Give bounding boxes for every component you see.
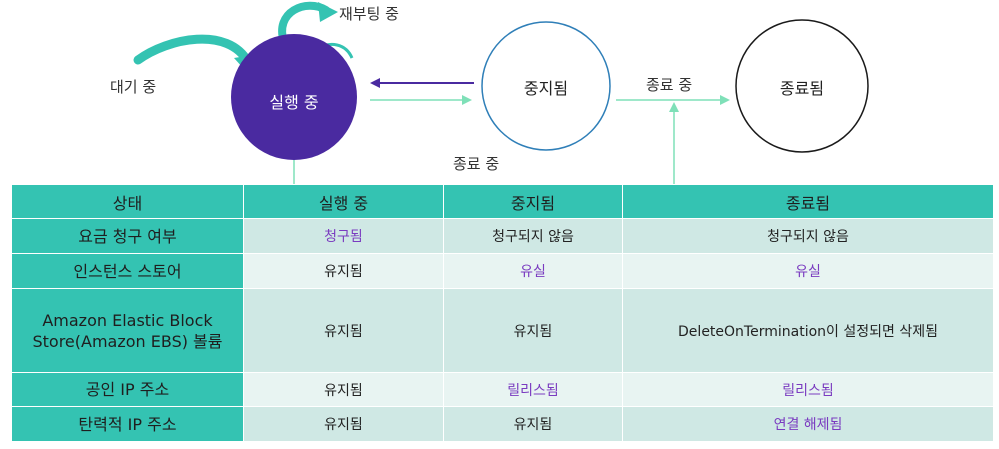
cell: 유실 — [622, 253, 994, 289]
cell: 유지됨 — [443, 288, 623, 373]
pending-label: 대기 중 — [110, 78, 157, 96]
cell: 청구되지 않음 — [622, 218, 994, 254]
header-terminated: 종료됨 — [622, 184, 994, 219]
rebooting-arrow-head — [318, 2, 338, 22]
row-label-billing: 요금 청구 여부 — [11, 218, 244, 254]
terminating-label-lower: 종료 중 — [453, 155, 500, 173]
table-row: 탄력적 IP 주소 유지됨 유지됨 연결 해제됨 — [11, 406, 994, 442]
table-row: 인스턴스 스토어 유지됨 유실 유실 — [11, 253, 994, 289]
cell: 유지됨 — [243, 288, 444, 373]
cell: 릴리스됨 — [622, 372, 994, 407]
cell: 유지됨 — [243, 253, 444, 289]
row-label-ebs-line-1: Amazon Elastic Block — [42, 310, 213, 330]
table-row: 공인 IP 주소 유지됨 릴리스됨 릴리스됨 — [11, 372, 994, 407]
instance-state-table: 상태 실행 중 중지됨 종료됨 요금 청구 여부 청구됨 청구되지 않음 청구되… — [11, 184, 994, 442]
row-label-instance-store: 인스턴스 스토어 — [11, 253, 244, 289]
terminated-state-label: 종료됨 — [779, 79, 825, 98]
table-row: Amazon Elastic Block Store(Amazon EBS) 볼… — [11, 288, 994, 373]
terminating-label-upper: 종료 중 — [646, 76, 693, 94]
cell: 청구됨 — [243, 218, 444, 254]
running-state-label: 실행 중 — [269, 93, 319, 112]
header-state: 상태 — [11, 184, 244, 219]
pending-curved-arrow — [133, 34, 253, 67]
cell: 릴리스됨 — [443, 372, 623, 407]
header-running: 실행 중 — [243, 184, 444, 219]
cell: 유지됨 — [243, 372, 444, 407]
header-stopped: 중지됨 — [443, 184, 623, 219]
cell: 연결 해제됨 — [622, 406, 994, 442]
table-row: 요금 청구 여부 청구됨 청구되지 않음 청구되지 않음 — [11, 218, 994, 254]
cell: 유실 — [443, 253, 623, 289]
cell: 청구되지 않음 — [443, 218, 623, 254]
row-label-ebs-line-2: Store(Amazon EBS) 볼륨 — [32, 331, 223, 351]
rebooting-label: 재부팅 중 — [339, 5, 399, 23]
row-label-public-ip: 공인 IP 주소 — [11, 372, 244, 407]
cell: 유지됨 — [443, 406, 623, 442]
row-label-elastic-ip: 탄력적 IP 주소 — [11, 406, 244, 442]
table-header-row: 상태 실행 중 중지됨 종료됨 — [11, 184, 994, 219]
cell: DeleteOnTermination이 설정되면 삭제됨 — [622, 288, 994, 373]
row-label-ebs-volume: Amazon Elastic Block Store(Amazon EBS) 볼… — [11, 288, 244, 373]
stopped-state-label: 중지됨 — [523, 79, 569, 98]
cell: 유지됨 — [243, 406, 444, 442]
